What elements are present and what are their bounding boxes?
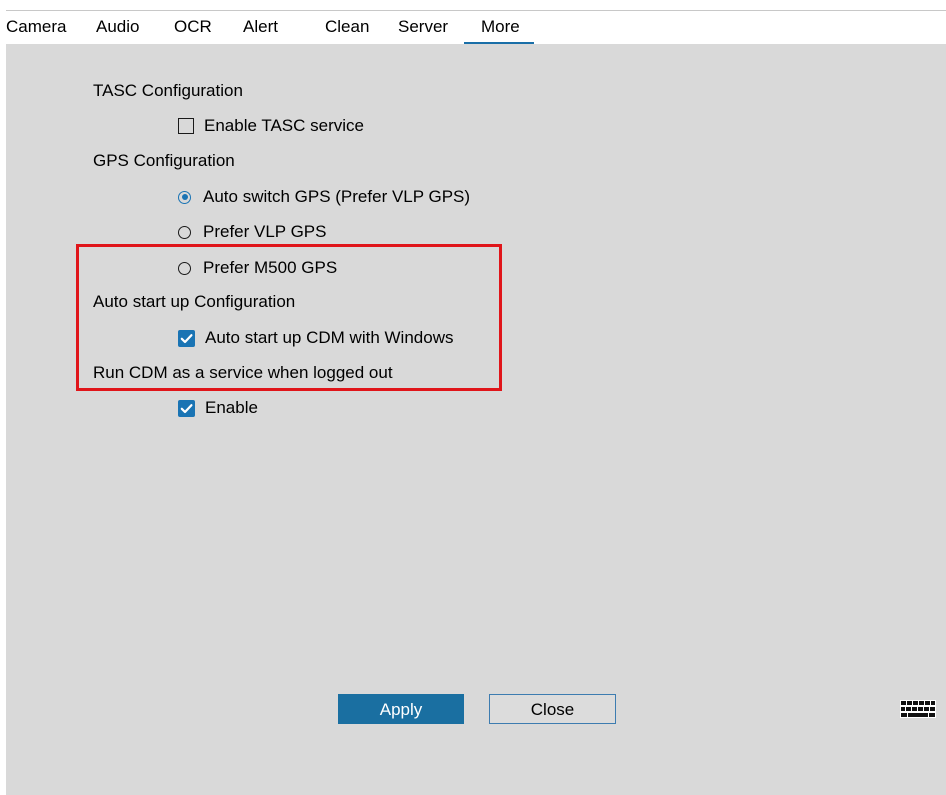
tab-ocr[interactable]: OCR [174,14,212,40]
autostart-heading: Auto start up Configuration [93,292,296,311]
top-divider [6,10,946,11]
tasc-enable-checkbox[interactable] [178,118,194,134]
service-heading: Run CDM as a service when logged out [93,363,393,382]
tab-audio[interactable]: Audio [96,14,139,40]
gps-vlp-radio[interactable] [178,225,191,239]
checkmark-icon [180,333,193,343]
gps-m500-radio[interactable] [178,261,191,275]
tasc-enable-option[interactable]: Enable TASC service [178,114,364,138]
tab-more[interactable]: More [464,14,534,44]
gps-option-vlp[interactable]: Prefer VLP GPS [178,220,326,244]
service-enable-option[interactable]: Enable [178,396,258,420]
tasc-enable-label: Enable TASC service [204,116,364,135]
gps-heading: GPS Configuration [93,151,235,170]
gps-m500-label: Prefer M500 GPS [203,258,338,277]
service-enable-label: Enable [205,398,258,417]
apply-button[interactable]: Apply [338,694,464,724]
tab-server[interactable]: Server [398,14,448,40]
checkmark-icon [180,403,193,413]
close-button[interactable]: Close [489,694,616,724]
gps-auto-label: Auto switch GPS (Prefer VLP GPS) [203,187,471,206]
autostart-label: Auto start up CDM with Windows [205,328,454,347]
tab-camera[interactable]: Camera [6,14,66,40]
autostart-option[interactable]: Auto start up CDM with Windows [178,326,453,350]
keyboard-icon[interactable] [900,700,936,718]
autostart-checkbox[interactable] [178,329,195,347]
gps-option-auto[interactable]: Auto switch GPS (Prefer VLP GPS) [178,185,470,209]
service-enable-checkbox[interactable] [178,399,195,417]
gps-auto-radio[interactable] [178,190,191,204]
tab-clean[interactable]: Clean [325,14,369,40]
gps-option-m500[interactable]: Prefer M500 GPS [178,256,337,280]
tasc-heading: TASC Configuration [93,81,243,100]
tab-alert[interactable]: Alert [243,14,278,40]
gps-vlp-label: Prefer VLP GPS [203,222,327,241]
